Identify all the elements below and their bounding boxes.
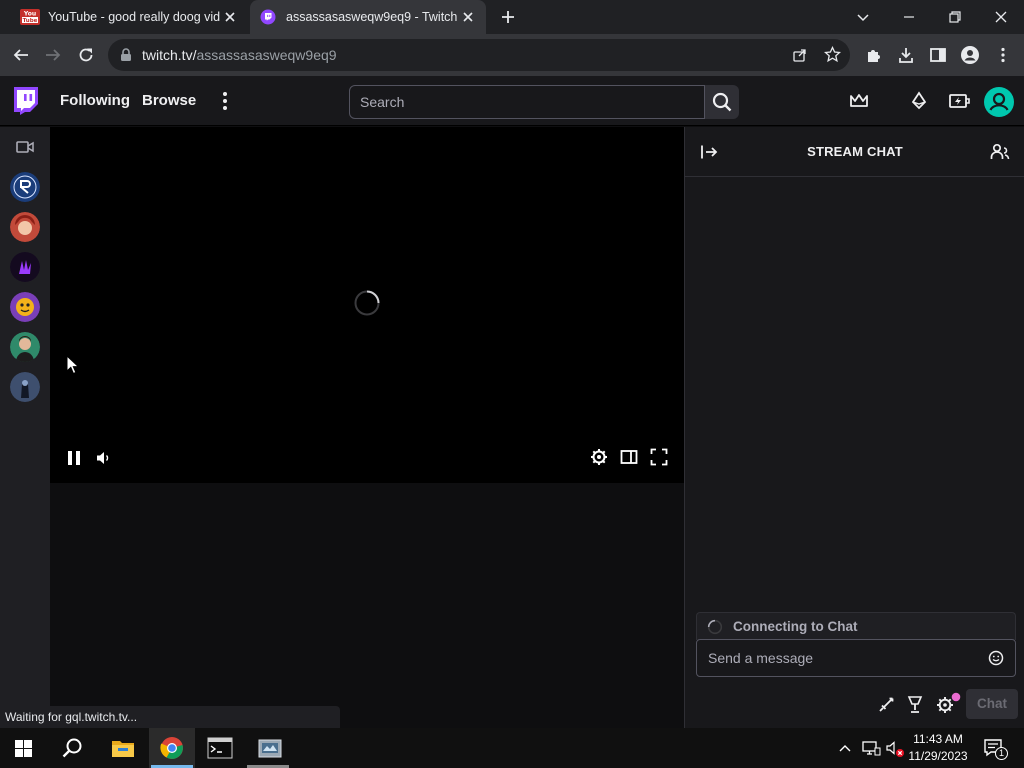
browser-tab-strip: You Tube YouTube - good really doog vide…	[0, 0, 1024, 34]
forward-icon[interactable]	[44, 46, 62, 64]
tab-title: assassasasweqw9eq9 - Twitch	[286, 10, 458, 24]
terminal-icon[interactable]	[207, 737, 233, 759]
channel-info-area	[50, 483, 684, 728]
chat-message-input[interactable]: Send a message	[696, 639, 1016, 677]
sword-icon[interactable]	[877, 696, 895, 714]
nav-browse[interactable]: Browse	[142, 92, 196, 109]
chat-send-button[interactable]: Chat	[966, 689, 1018, 719]
twitch-top-nav: Following Browse Search	[0, 76, 1024, 126]
user-avatar-icon[interactable]	[984, 87, 1014, 117]
windows-taskbar: 11:43 AM 11/29/2023 1	[0, 728, 1024, 768]
svg-text:Tube: Tube	[23, 18, 38, 24]
profile-icon[interactable]	[960, 45, 980, 65]
tab-youtube[interactable]: You Tube YouTube - good really doog vide…	[8, 0, 248, 34]
settings-gear-icon[interactable]	[590, 448, 608, 466]
twitch-logo-icon[interactable]	[12, 87, 38, 115]
chrome-taskbar-button[interactable]	[149, 728, 195, 768]
emote-picker-icon[interactable]	[988, 650, 1004, 666]
back-icon[interactable]	[12, 46, 30, 64]
channel-avatar-3[interactable]	[10, 252, 40, 282]
loading-spinner-icon	[354, 290, 380, 316]
theatre-mode-icon[interactable]	[620, 449, 638, 465]
bits-icon[interactable]	[909, 91, 929, 111]
taskbar-time[interactable]: 11:43 AM	[893, 732, 983, 746]
network-icon[interactable]	[861, 740, 881, 756]
minimize-icon[interactable]	[901, 9, 917, 25]
crown-icon[interactable]	[849, 91, 869, 111]
download-icon[interactable]	[897, 46, 915, 64]
tab-twitch[interactable]: assassasasweqw9eq9 - Twitch	[250, 0, 486, 34]
community-users-icon[interactable]	[990, 143, 1010, 161]
nav-following[interactable]: Following	[60, 92, 130, 109]
chrome-icon	[160, 737, 183, 759]
bookmark-star-icon[interactable]	[824, 46, 841, 63]
more-menu-icon[interactable]	[216, 91, 234, 111]
svg-text:You: You	[23, 11, 36, 18]
channel-avatar-1[interactable]	[10, 172, 40, 202]
pause-icon[interactable]	[67, 450, 81, 466]
tray-overflow-chevron-icon[interactable]	[838, 742, 852, 754]
browser-status-bubble: Waiting for gql.twitch.tv...	[0, 706, 340, 728]
browser-toolbar: twitch.tv/assassasasweqw9eq9	[0, 34, 1024, 76]
search-icon	[712, 92, 732, 112]
lock-icon[interactable]	[120, 48, 132, 62]
close-tab-icon[interactable]	[460, 9, 476, 25]
channel-avatar-5[interactable]	[10, 332, 40, 362]
twitch-favicon-icon	[260, 9, 276, 25]
side-panel-icon[interactable]	[929, 46, 947, 64]
tab-search-chevron-icon[interactable]	[855, 9, 871, 25]
search-placeholder: Search	[360, 94, 405, 110]
chat-loading-spinner-icon	[707, 619, 723, 635]
chat-header: STREAM CHAT	[685, 127, 1024, 177]
twitch-page: Following Browse Search STREAM CHAT Conn…	[0, 76, 1024, 728]
search-button[interactable]	[705, 85, 739, 119]
fullscreen-icon[interactable]	[650, 448, 668, 466]
taskbar-date[interactable]: 11/29/2023	[893, 749, 983, 763]
reload-icon[interactable]	[77, 46, 95, 64]
mouse-cursor-icon	[66, 355, 80, 375]
notification-dot-icon	[951, 692, 961, 702]
connecting-banner: Connecting to Chat	[696, 612, 1016, 640]
predictions-trophy-icon[interactable]	[906, 695, 924, 715]
taskbar-search-icon[interactable]	[61, 737, 83, 759]
notification-count-badge: 1	[995, 747, 1008, 760]
video-player[interactable]	[50, 127, 684, 483]
new-tab-icon[interactable]	[500, 9, 516, 25]
channel-avatar-6[interactable]	[10, 372, 40, 402]
share-icon[interactable]	[792, 47, 808, 63]
url-host: twitch.tv/	[142, 47, 197, 63]
file-explorer-icon[interactable]	[111, 738, 135, 758]
chat-input-placeholder: Send a message	[708, 650, 814, 666]
app-window-icon[interactable]	[257, 737, 283, 759]
stream-chat-panel: STREAM CHAT Connecting to Chat Send a me…	[684, 127, 1024, 728]
extensions-icon[interactable]	[865, 46, 883, 64]
connecting-text: Connecting to Chat	[733, 619, 858, 634]
status-text: Waiting for gql.twitch.tv...	[5, 710, 138, 724]
followed-channels-camera-icon[interactable]	[16, 140, 34, 154]
youtube-favicon-icon: You Tube	[20, 9, 40, 25]
tab-title: YouTube - good really doog video	[48, 10, 220, 24]
close-tab-icon[interactable]	[222, 9, 238, 25]
volume-icon[interactable]	[95, 450, 111, 466]
chat-title: STREAM CHAT	[807, 144, 903, 159]
restore-icon[interactable]	[947, 9, 963, 25]
address-bar[interactable]: twitch.tv/assassasasweqw9eq9	[108, 39, 850, 71]
turbo-icon[interactable]	[948, 91, 970, 111]
close-window-icon[interactable]	[993, 9, 1009, 25]
kebab-menu-icon[interactable]	[994, 46, 1012, 64]
search-input[interactable]: Search	[349, 85, 705, 119]
channel-avatar-4[interactable]	[10, 292, 40, 322]
windows-start-icon[interactable]	[15, 740, 32, 757]
followed-channels-sidebar	[0, 127, 50, 728]
url-text: twitch.tv/assassasasweqw9eq9	[142, 47, 337, 63]
url-path: assassasasweqw9eq9	[196, 47, 337, 63]
channel-avatar-2[interactable]	[10, 212, 40, 242]
